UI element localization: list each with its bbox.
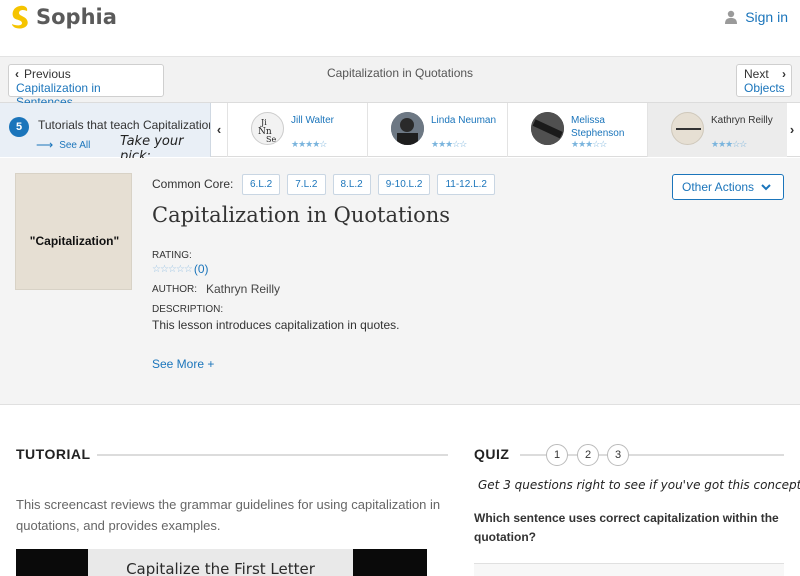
quiz-hint: Get 3 questions right to see if you've g… <box>478 478 800 492</box>
tutorial-description: This screencast reviews the grammar guid… <box>16 497 441 533</box>
tutor-card-linda-neuman[interactable]: Linda Neuman ★★★☆☆ <box>367 103 507 157</box>
avatar <box>531 112 564 145</box>
tutor-rating: ★★★★☆ <box>291 139 327 149</box>
next-lesson-button[interactable]: Next › Objects <box>736 64 792 97</box>
pen-photo-icon <box>531 112 564 145</box>
handwriting-avatar-icon: Ji Nn Se <box>258 118 276 144</box>
tutor-name: Kathryn Reilly <box>711 115 773 126</box>
common-core-tag[interactable]: 6.L.2 <box>242 174 281 195</box>
tutorials-carousel: 5 Tutorials that teach Capitalization ⟶ … <box>0 103 800 164</box>
chevron-right-icon: › <box>782 67 786 81</box>
common-core-tag[interactable]: 9-10.L.2 <box>377 174 431 195</box>
arrow-right-icon: ⟶ <box>36 138 54 152</box>
carousel-next-icon[interactable]: › <box>784 103 800 157</box>
page-title: Capitalization in Quotations <box>152 203 451 227</box>
tutor-name: Linda Neuman <box>431 115 497 126</box>
avatar <box>391 112 424 145</box>
see-all-link[interactable]: ⟶ See All <box>36 138 90 152</box>
svg-text:Ji: Ji <box>260 118 267 127</box>
quiz-step-2[interactable]: 2 <box>577 444 599 466</box>
tutor-rating: ★★★☆☆ <box>711 139 747 149</box>
tutorial-heading: TUTORIAL <box>16 446 91 462</box>
quiz-heading: QUIZ <box>474 446 510 462</box>
tutorial-divider <box>97 454 448 456</box>
quiz-step-3[interactable]: 3 <box>607 444 629 466</box>
avatar <box>671 112 704 145</box>
quiz-answer-area <box>474 563 784 576</box>
thumbnail-text: "Capitalization" <box>29 234 120 248</box>
author-label: AUTHOR: <box>152 284 197 295</box>
common-core-tag[interactable]: 8.L.2 <box>332 174 371 195</box>
next-label: Next <box>744 67 769 81</box>
sophia-logo-icon <box>12 5 28 29</box>
brand-name: Sophia <box>36 5 117 29</box>
lesson-navigation: Capitalization in Quotations ‹ Previous … <box>0 57 800 109</box>
author-name: Kathryn Reilly <box>206 282 281 296</box>
tutor-card-melissa-stephenson[interactable]: Melissa Stephenson ★★★☆☆ <box>507 103 647 157</box>
previous-lesson-button[interactable]: ‹ Previous Capitalization in Sentences <box>8 64 164 109</box>
video-player[interactable]: Capitalize the First Letter <box>16 549 427 576</box>
video-slide-title: Capitalize the First Letter <box>126 560 315 576</box>
sign-in-link[interactable]: Sign in <box>725 9 788 25</box>
previous-label: Previous <box>24 67 71 81</box>
lesson-header: "Capitalization" Common Core: 6.L.2 7.L.… <box>0 158 800 405</box>
see-all-label: See All <box>59 139 91 151</box>
rating-count[interactable]: (0) <box>194 262 209 276</box>
carousel-prev-icon[interactable]: ‹ <box>211 103 227 157</box>
common-core-tag[interactable]: 7.L.2 <box>287 174 326 195</box>
svg-text:Se: Se <box>266 135 276 144</box>
lesson-thumbnail: "Capitalization" <box>15 173 132 290</box>
capitalization-thumb-icon <box>676 128 701 130</box>
top-header: Sophia Sign in <box>0 0 800 57</box>
avatar: Ji Nn Se <box>251 112 284 145</box>
chevron-down-icon <box>761 184 771 191</box>
see-more-link[interactable]: See More + <box>152 357 214 371</box>
person-icon <box>725 10 738 24</box>
person-photo-icon <box>391 112 424 145</box>
tutorials-intro: 5 Tutorials that teach Capitalization ⟶ … <box>0 103 211 164</box>
quiz-question: Which sentence uses correct capitalizati… <box>474 511 779 544</box>
tutorials-intro-text: Tutorials that teach Capitalization <box>38 118 210 132</box>
next-lesson-title: Objects <box>744 81 785 95</box>
video-frame: Capitalize the First Letter <box>88 549 353 576</box>
sign-in-label: Sign in <box>745 9 788 25</box>
tutor-name: Melissa Stephenson <box>571 115 625 139</box>
tutor-rating: ★★★☆☆ <box>571 139 607 149</box>
common-core-label: Common Core: <box>152 177 234 191</box>
rating-widget[interactable]: ☆☆☆☆☆ (0) <box>152 262 209 276</box>
other-actions-button[interactable]: Other Actions <box>672 174 784 200</box>
tutor-name: Jill Walter <box>291 115 334 126</box>
tutor-card-kathryn-reilly[interactable]: Kathryn Reilly ★★★☆☆ <box>647 103 787 157</box>
star-rating-icon[interactable]: ☆☆☆☆☆ <box>152 264 193 275</box>
sophia-logo[interactable]: Sophia <box>10 4 117 30</box>
common-core-tag[interactable]: 11-12.L.2 <box>437 174 495 195</box>
other-actions-label: Other Actions <box>682 180 755 194</box>
chevron-left-icon: ‹ <box>15 67 19 81</box>
lesson-description: This lesson introduces capitalization in… <box>152 318 400 332</box>
common-core-tags: 6.L.2 7.L.2 8.L.2 9-10.L.2 11-12.L.2 <box>242 174 502 195</box>
tutor-card-jill-walter[interactable]: Ji Nn Se Jill Walter ★★★★☆ <box>227 103 367 157</box>
tutorial-count-badge: 5 <box>9 117 29 137</box>
tutor-rating: ★★★☆☆ <box>431 139 467 149</box>
description-label: DESCRIPTION: <box>152 304 224 315</box>
quiz-step-1[interactable]: 1 <box>546 444 568 466</box>
rating-label: RATING: <box>152 250 192 261</box>
